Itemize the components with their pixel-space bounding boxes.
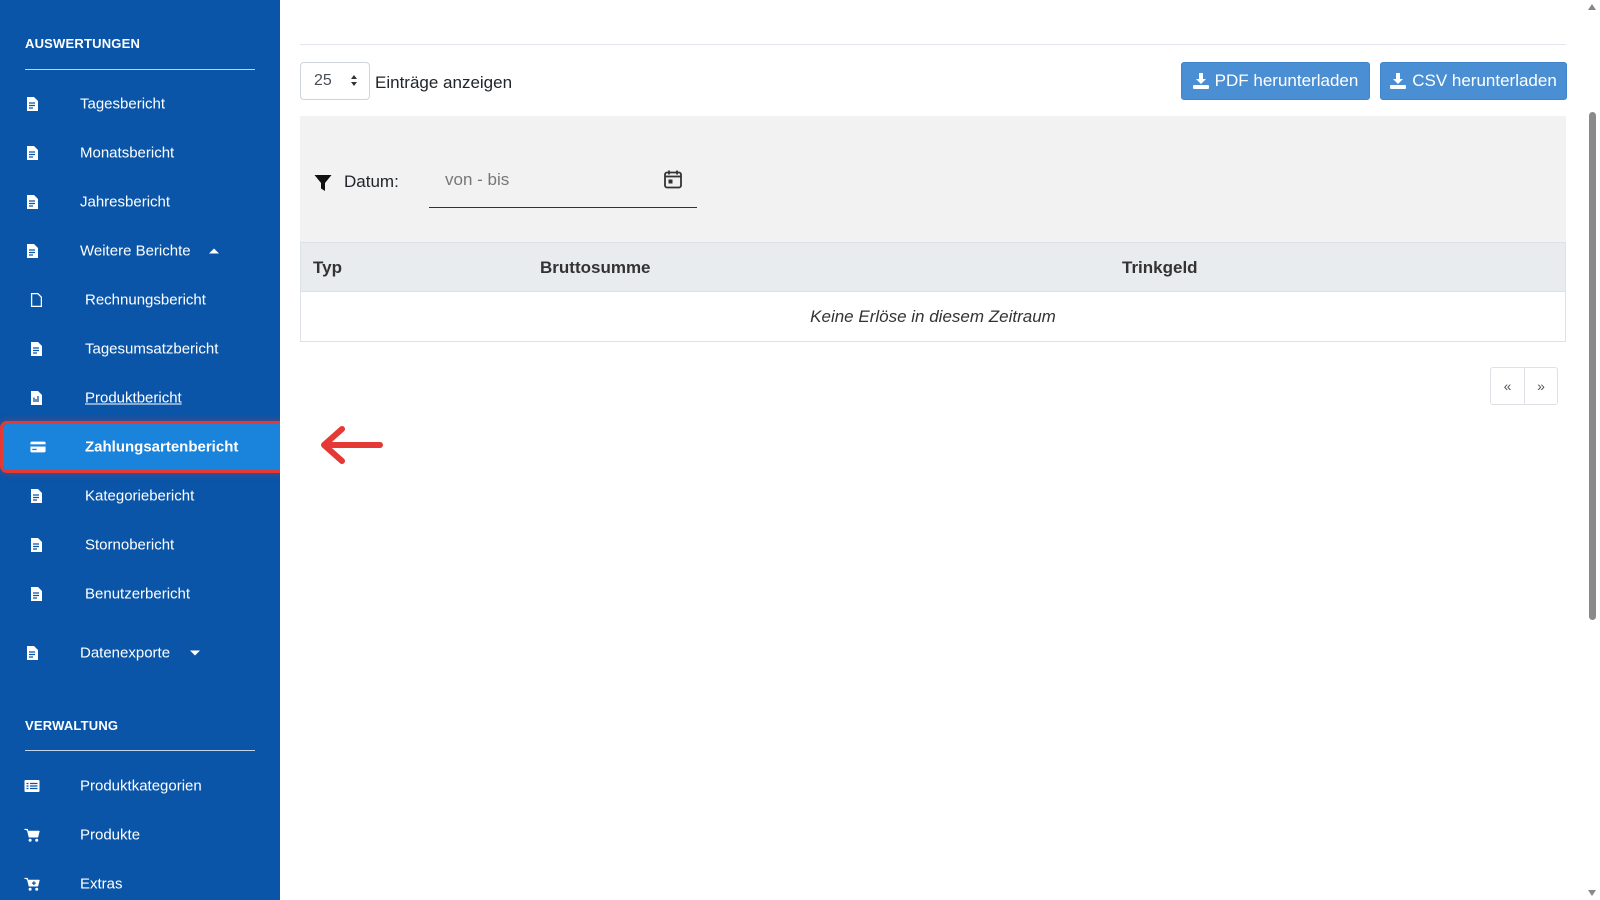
sidebar-item-rechnungsbericht[interactable]: Rechnungsbericht [0,277,280,323]
sidebar-item-stornobericht[interactable]: Stornobericht [0,522,280,568]
sidebar-item-zahlungsartenbericht[interactable]: Zahlungsartenbericht [0,421,280,473]
date-filter-label: Datum: [344,172,399,191]
download-pdf-label: PDF herunterladen [1214,71,1359,90]
scrollbar-thumb[interactable] [1589,112,1596,620]
list-icon [24,778,40,794]
sidebar-item-label: Benutzerbericht [85,585,191,603]
page-length-value: 25 [314,72,332,89]
sidebar-item-label: Produktkategorien [80,777,202,795]
sidebar-item-label: Stornobericht [85,536,175,554]
download-icon [1390,73,1407,89]
sidebar-item-label: Tagesbericht [80,95,166,113]
sidebar-item-label: Zahlungsartenbericht [85,438,239,456]
pagination-previous[interactable]: « [1491,368,1524,404]
scroll-up-icon[interactable] [1588,4,1596,10]
sidebar-item-kategoriebericht[interactable]: Kategoriebericht [0,473,280,519]
sidebar-item-label: Monatsbericht [80,144,175,162]
pagination: « » [1490,367,1558,405]
section-divider [25,750,255,751]
calendar-icon[interactable] [663,169,683,189]
empty-table-message: Keine Erlöse in diesem Zeitraum [810,307,1056,326]
cart-plus-icon [24,876,40,892]
main-content: 25 Einträge anzeigen PDF herunterladen C… [300,0,1567,900]
download-icon [1192,73,1209,89]
sidebar: AUSWERTUNGEN Tagesbericht Monatsbericht … [0,0,280,900]
report-file-icon [28,537,44,553]
sort-arrows-icon [351,75,359,89]
cart-icon [24,827,40,843]
report-file-icon [24,645,40,661]
section-title-reports: AUSWERTUNGEN [25,36,141,51]
divider [300,44,1566,45]
sidebar-item-label: Tagesumsatzbericht [85,340,219,358]
report-file-icon [28,390,44,406]
pagination-next[interactable]: » [1524,368,1557,404]
date-range-placeholder: von - bis [445,170,510,189]
column-header-typ[interactable]: Typ [313,258,342,278]
column-header-trinkgeld[interactable]: Trinkgeld [1122,258,1198,278]
scrollbar[interactable] [1584,0,1600,900]
page-length-select[interactable]: 25 [300,62,370,100]
sidebar-item-weitere-berichte[interactable]: Weitere Berichte [0,228,280,274]
sidebar-item-extras[interactable]: Extras [0,861,280,900]
credit-card-icon [30,439,46,455]
column-header-bruttosumme[interactable]: Bruttosumme [540,258,651,278]
sidebar-item-label: Rechnungsbericht [85,291,206,309]
page-length-label: Einträge anzeigen [375,73,513,92]
scroll-down-icon[interactable] [1588,890,1596,896]
report-file-icon [28,586,44,602]
sidebar-item-label: Kategoriebericht [85,487,195,505]
report-file-icon [28,341,44,357]
file-icon [28,292,44,308]
sidebar-item-label: Weitere Berichte [80,242,191,260]
sidebar-item-label: Produkte [80,826,141,844]
chevron-down-icon [190,650,200,656]
date-range-input[interactable]: von - bis [429,154,697,208]
section-title-admin: VERWALTUNG [25,718,119,733]
sidebar-item-produktbericht[interactable]: Produktbericht [0,375,280,421]
sidebar-item-produkte[interactable]: Produkte [0,812,280,858]
sidebar-item-datenexporte[interactable]: Datenexporte [0,630,280,676]
sidebar-item-produktkategorien[interactable]: Produktkategorien [0,763,280,809]
sidebar-item-tagesbericht[interactable]: Tagesbericht [0,81,280,127]
sidebar-item-label: Produktbericht [85,389,182,407]
sidebar-item-label: Datenexporte [80,644,171,662]
filter-icon [314,175,332,191]
sidebar-item-monatsbericht[interactable]: Monatsbericht [0,130,280,176]
chevron-up-icon [209,248,219,254]
sidebar-item-label: Jahresbericht [80,193,171,211]
table-row: Keine Erlöse in diesem Zeitraum [300,292,1566,342]
sidebar-item-jahresbericht[interactable]: Jahresbericht [0,179,280,225]
report-file-icon [24,194,40,210]
sidebar-item-tagesumsatzbericht[interactable]: Tagesumsatzbericht [0,326,280,372]
report-file-icon [24,243,40,259]
table-header: Typ Bruttosumme Trinkgeld [300,242,1566,292]
report-file-icon [28,488,44,504]
section-divider [25,69,255,70]
sidebar-item-label: Extras [80,875,123,893]
sidebar-item-benutzerbericht[interactable]: Benutzerbericht [0,571,280,617]
download-csv-label: CSV herunterladen [1412,71,1557,90]
report-file-icon [24,96,40,112]
report-file-icon [24,145,40,161]
download-csv-button[interactable]: CSV herunterladen [1380,62,1567,100]
filter-panel: Datum: von - bis [300,116,1566,242]
download-pdf-button[interactable]: PDF herunterladen [1181,62,1370,100]
